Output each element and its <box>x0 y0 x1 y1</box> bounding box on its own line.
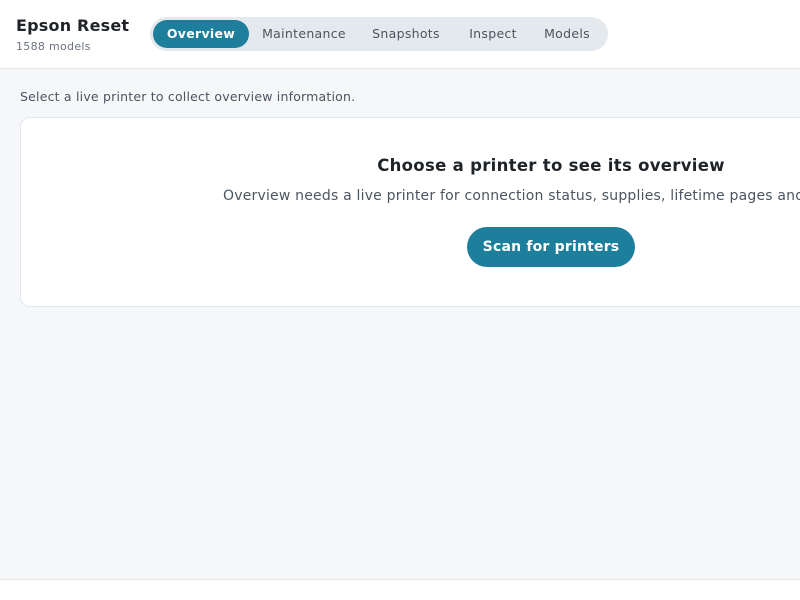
app-title: Epson Reset <box>16 16 130 35</box>
tab-overview[interactable]: Overview <box>153 20 249 48</box>
app-header: Epson Reset 1588 models Overview Mainten… <box>0 0 800 69</box>
empty-state-description: Overview needs a live printer for connec… <box>223 188 800 204</box>
tab-models[interactable]: Models <box>533 20 601 48</box>
empty-state-title: Choose a printer to see its overview <box>377 156 725 175</box>
brand: Epson Reset 1588 models <box>16 16 129 54</box>
status-bar <box>0 580 800 600</box>
tab-inspect[interactable]: Inspect <box>455 20 531 48</box>
tab-snapshots[interactable]: Snapshots <box>359 20 453 48</box>
model-count: 1588 models <box>16 40 91 53</box>
empty-state-card: Choose a printer to see its overview Ove… <box>20 117 800 307</box>
scan-for-printers-button[interactable]: Scan for printers <box>467 227 635 267</box>
app-window: Epson Reset 1588 models Overview Mainten… <box>0 0 800 600</box>
tab-maintenance[interactable]: Maintenance <box>251 20 357 48</box>
overview-hint: Select a live printer to collect overvie… <box>20 89 356 104</box>
tab-bar: Overview Maintenance Snapshots Inspect M… <box>150 17 608 51</box>
